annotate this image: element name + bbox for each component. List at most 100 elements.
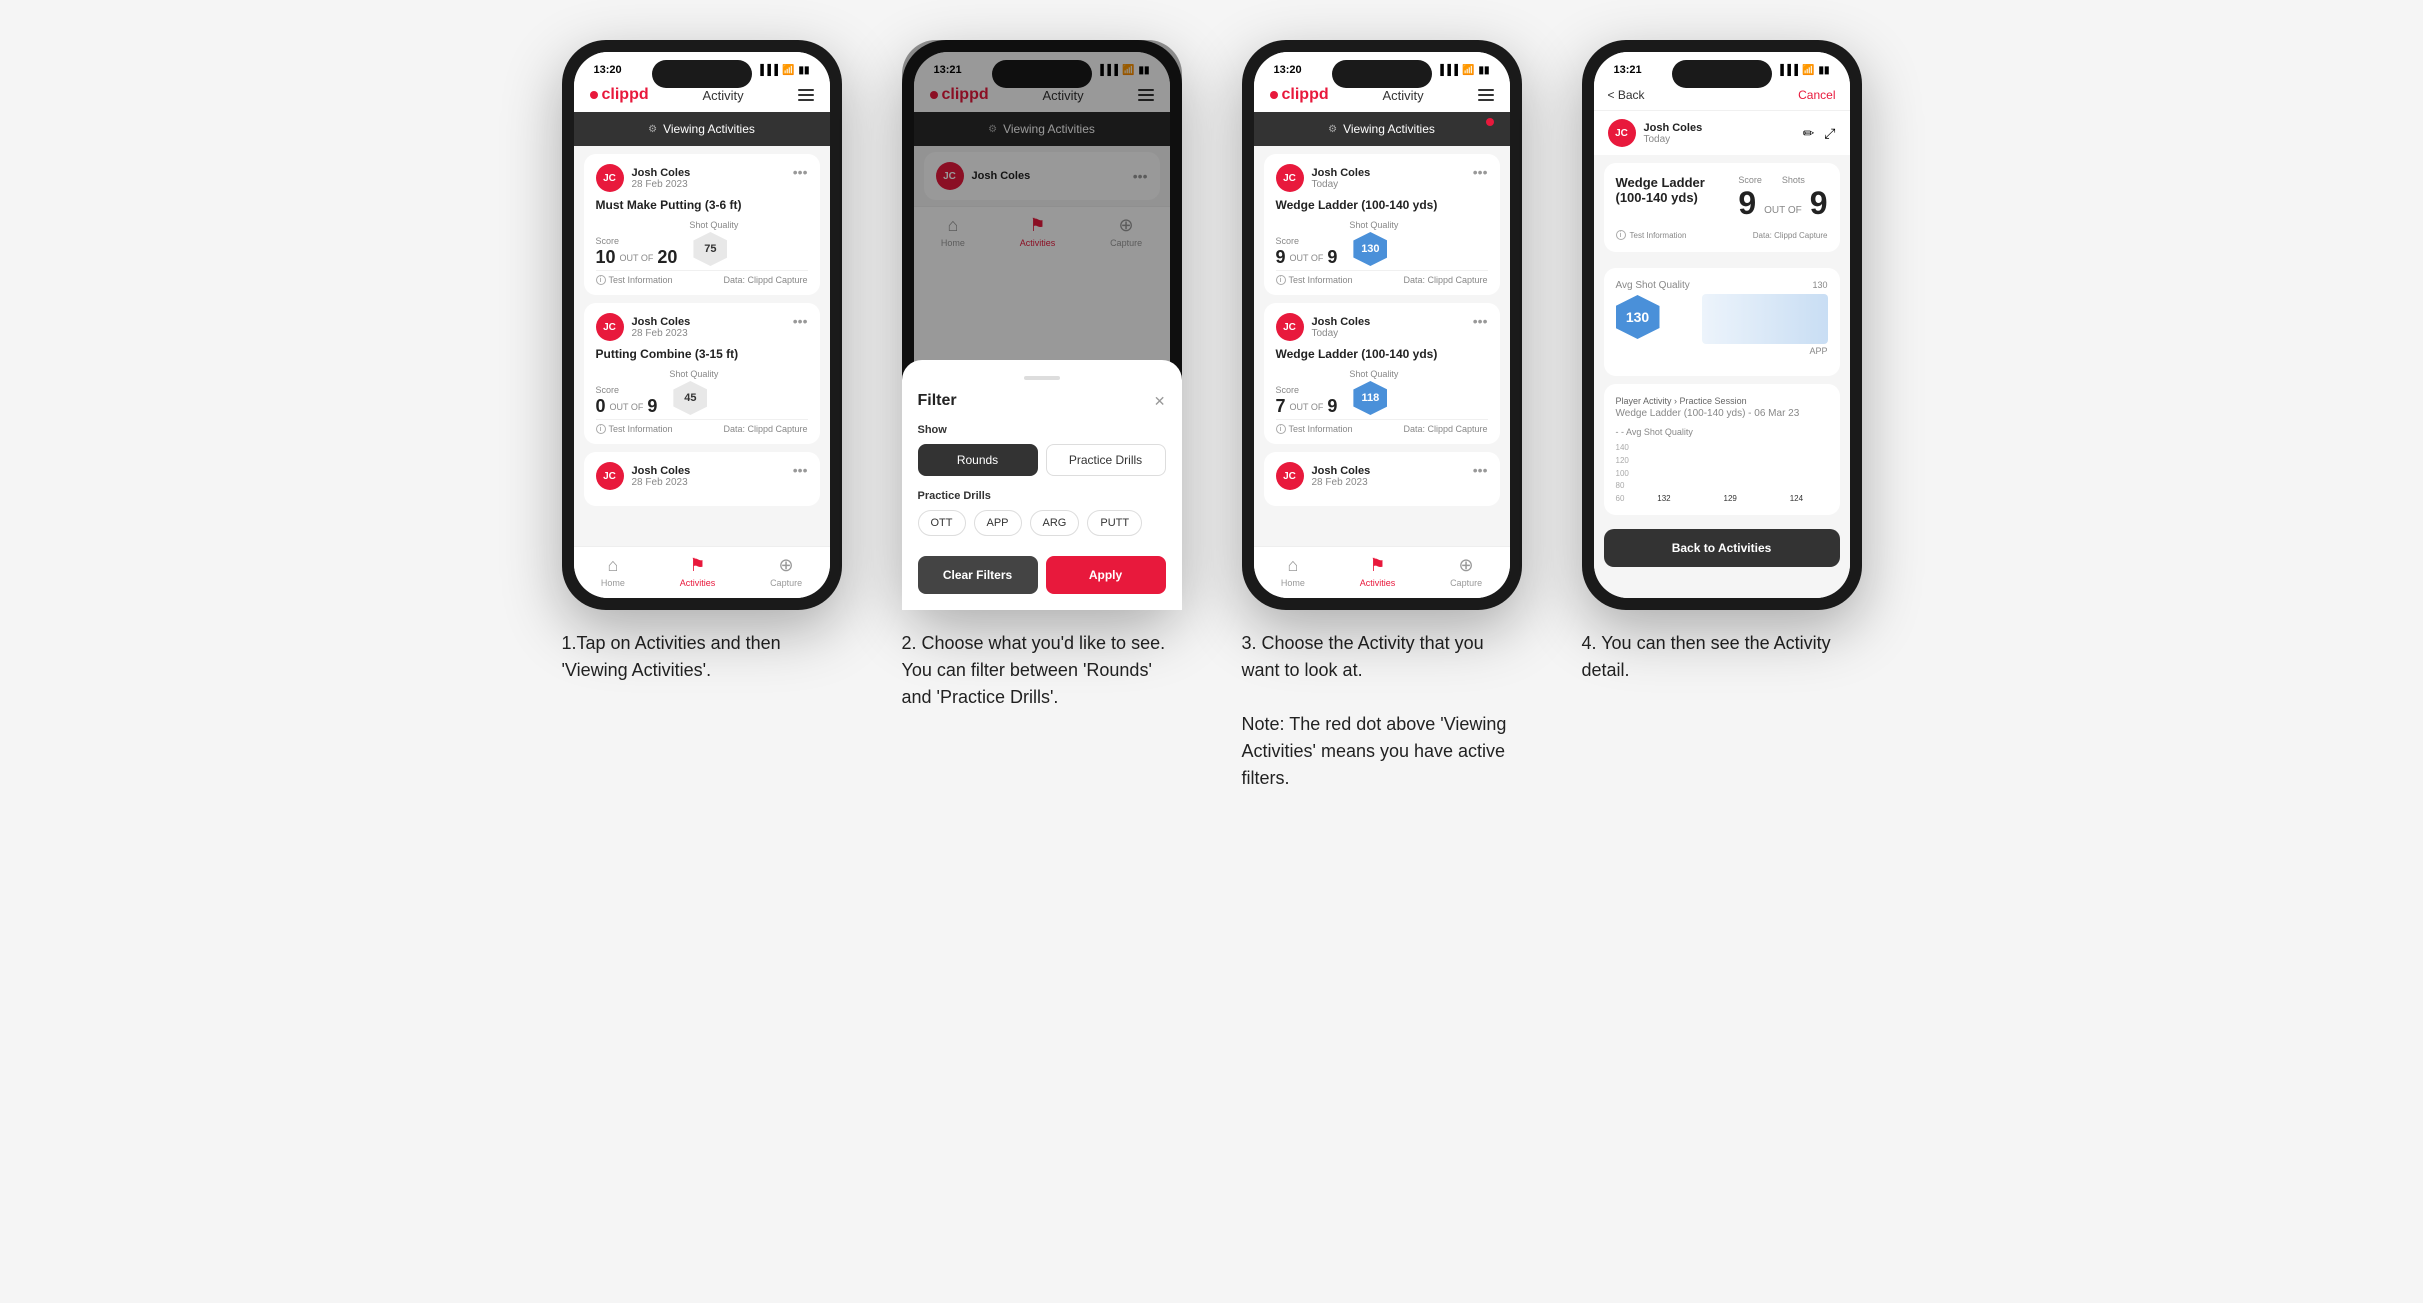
filter-tag-putt[interactable]: PUTT — [1087, 510, 1142, 536]
filter-tag-arg[interactable]: ARG — [1030, 510, 1080, 536]
sq-badge-3-2: 118 — [1353, 381, 1387, 415]
nav-home-1[interactable]: ⌂ Home — [601, 555, 625, 588]
phone-frame-2: 13:21 ▐▐▐ 📶 ▮▮ clippd Activity — [902, 40, 1182, 610]
activity-card-1-2[interactable]: JC Josh Coles 28 Feb 2023 ••• Putting Co… — [584, 303, 820, 444]
user-name-3-3: Josh Coles — [1312, 465, 1371, 477]
detail-title-4: Wedge Ladder(100-140 yds) — [1616, 175, 1705, 205]
score-val-1-1: 10 — [596, 248, 616, 266]
user-date-1-2: 28 Feb 2023 — [632, 328, 691, 339]
dots-menu-3-1[interactable]: ••• — [1473, 164, 1488, 180]
modal-handle — [1024, 376, 1060, 380]
user-details-1-2: Josh Coles 28 Feb 2023 — [632, 316, 691, 339]
rounds-toggle-btn[interactable]: Rounds — [918, 444, 1038, 476]
info-icon-detail-4: i — [1616, 230, 1626, 240]
dots-menu-1-1[interactable]: ••• — [793, 164, 808, 180]
user-details-3-2: Josh Coles Today — [1312, 316, 1371, 339]
activity-title-3-2: Wedge Ladder (100-140 yds) — [1276, 347, 1488, 361]
nav-capture-1[interactable]: ⊕ Capture — [770, 555, 802, 588]
out-of-text-1-1: OUT OF — [620, 253, 654, 263]
info-icon-1-1: i — [596, 275, 606, 285]
activity-card-3-3[interactable]: JC Josh Coles 28 Feb 2023 ••• — [1264, 452, 1500, 506]
score-label-detail-4: Score — [1738, 175, 1762, 185]
nav-capture-3[interactable]: ⊕ Capture — [1450, 555, 1482, 588]
hexagon-sq-4: 130 — [1616, 295, 1660, 339]
phone-notch-1 — [652, 60, 752, 88]
status-icons-1: ▐▐▐ 📶 ▮▮ — [757, 65, 810, 76]
nav-activities-1[interactable]: ⚑ Activities — [680, 555, 716, 588]
card-header-1-2: JC Josh Coles 28 Feb 2023 ••• — [596, 313, 808, 341]
home-icon-1: ⌂ — [607, 555, 618, 576]
expand-icon-4[interactable]: ⤢ — [1824, 125, 1835, 142]
dots-menu-3-3[interactable]: ••• — [1473, 462, 1488, 478]
dots-menu-3-2[interactable]: ••• — [1473, 313, 1488, 329]
phone-column-2: 13:21 ▐▐▐ 📶 ▮▮ clippd Activity — [892, 40, 1192, 792]
user-text-4: Josh Coles Today — [1644, 122, 1703, 145]
sq-label-3-1: Shot Quality — [1349, 220, 1398, 230]
avg-shot-chart-label-4: - - Avg Shot Quality — [1616, 427, 1828, 437]
back-button-4[interactable]: < Back — [1608, 88, 1645, 102]
red-dot-3 — [1486, 118, 1494, 126]
user-date-3-3: 28 Feb 2023 — [1312, 477, 1371, 488]
logo-text-1: clippd — [602, 86, 649, 104]
app-logo-3: clippd — [1270, 86, 1329, 104]
score-label-1-2: Score — [596, 385, 658, 395]
phone-screen-3: 13:20 ▐▐▐ 📶 ▮▮ clippd Activity — [1254, 52, 1510, 598]
detail-score-4: 9 — [1738, 185, 1756, 222]
nav-activities-3[interactable]: ⚑ Activities — [1360, 555, 1396, 588]
bar-group-2: 129 — [1699, 494, 1761, 503]
activity-card-3-1[interactable]: JC Josh Coles Today ••• Wedge Ladder (10… — [1264, 154, 1500, 295]
detail-stat-labels-4: Score Shots — [1738, 175, 1827, 185]
wifi-icon-3: 📶 — [1462, 65, 1474, 76]
filter-tag-app[interactable]: APP — [974, 510, 1022, 536]
bar-group-1: 132 — [1633, 494, 1695, 503]
phone-screen-2: 13:21 ▐▐▐ 📶 ▮▮ clippd Activity — [914, 52, 1170, 598]
filter-close-btn[interactable]: ✕ — [1154, 393, 1166, 410]
activity-stats-3-2: Score 7 OUT OF 9 Shot Quality 1 — [1276, 369, 1488, 415]
nav-activities-label-1: Activities — [680, 578, 716, 588]
hamburger-menu-1[interactable] — [798, 89, 814, 101]
card-header-1-3: JC Josh Coles 28 Feb 2023 ••• — [596, 462, 808, 490]
user-info-1-2: JC Josh Coles 28 Feb 2023 — [596, 313, 691, 341]
dots-menu-1-3[interactable]: ••• — [793, 462, 808, 478]
viewing-banner-3[interactable]: ⚙ Viewing Activities — [1254, 112, 1510, 146]
dots-menu-1-2[interactable]: ••• — [793, 313, 808, 329]
filter-tag-ott[interactable]: OTT — [918, 510, 966, 536]
cancel-button-4[interactable]: Cancel — [1798, 88, 1835, 102]
back-to-activities-btn-4[interactable]: Back to Activities — [1604, 529, 1840, 567]
battery-icon-4: ▮▮ — [1818, 65, 1829, 76]
logo-text-3: clippd — [1282, 86, 1329, 104]
test-info-3-1: i Test Information — [1276, 275, 1353, 285]
phone-frame-1: 13:20 ▐▐▐ 📶 ▮▮ clippd Activity — [562, 40, 842, 610]
detail-title-row-4: Wedge Ladder(100-140 yds) Score Shots 9 … — [1616, 175, 1828, 222]
home-icon-3: ⌂ — [1287, 555, 1298, 576]
sq-label-1-2: Shot Quality — [669, 369, 718, 379]
score-label-3-1: Score — [1276, 236, 1338, 246]
detail-title-right-4: Score Shots 9 OUT OF 9 — [1738, 175, 1827, 222]
detail-score-card-4: Wedge Ladder(100-140 yds) Score Shots 9 … — [1604, 163, 1840, 252]
edit-icon-4[interactable]: ✏ — [1803, 125, 1815, 142]
activity-card-3-2[interactable]: JC Josh Coles Today ••• Wedge Ladder (10… — [1264, 303, 1500, 444]
data-source-1-2: Data: Clippd Capture — [723, 424, 807, 434]
test-info-text-4: Test Information — [1630, 231, 1687, 240]
sq-label-1-1: Shot Quality — [689, 220, 738, 230]
banner-text-3: Viewing Activities — [1343, 122, 1435, 136]
viewing-banner-1[interactable]: ⚙ Viewing Activities — [574, 112, 830, 146]
activity-card-1-1[interactable]: JC Josh Coles 28 Feb 2023 ••• Must Make … — [584, 154, 820, 295]
phone-notch-4 — [1672, 60, 1772, 88]
phone-screen-4: 13:21 ▐▐▐ 📶 ▮▮ < Back Cancel JC — [1594, 52, 1850, 598]
drills-toggle-btn[interactable]: Practice Drills — [1046, 444, 1166, 476]
out-of-text-3-1: OUT OF — [1290, 253, 1324, 263]
phone-column-1: 13:20 ▐▐▐ 📶 ▮▮ clippd Activity — [552, 40, 852, 792]
sq-badge-1-2: 45 — [673, 381, 707, 415]
hamburger-menu-3[interactable] — [1478, 89, 1494, 101]
nav-home-3[interactable]: ⌂ Home — [1281, 555, 1305, 588]
activity-title-1-1: Must Make Putting (3-6 ft) — [596, 198, 808, 212]
activity-card-1-3[interactable]: JC Josh Coles 28 Feb 2023 ••• — [584, 452, 820, 506]
header-title-1: Activity — [702, 88, 743, 103]
avatar-1-1: JC — [596, 164, 624, 192]
apply-btn[interactable]: Apply — [1046, 556, 1166, 594]
user-date-3-2: Today — [1312, 328, 1371, 339]
chart-y-labels-4: 140 120 100 80 60 — [1616, 443, 1629, 503]
shots-val-1-2: 9 — [647, 397, 657, 415]
clear-filters-btn[interactable]: Clear Filters — [918, 556, 1038, 594]
